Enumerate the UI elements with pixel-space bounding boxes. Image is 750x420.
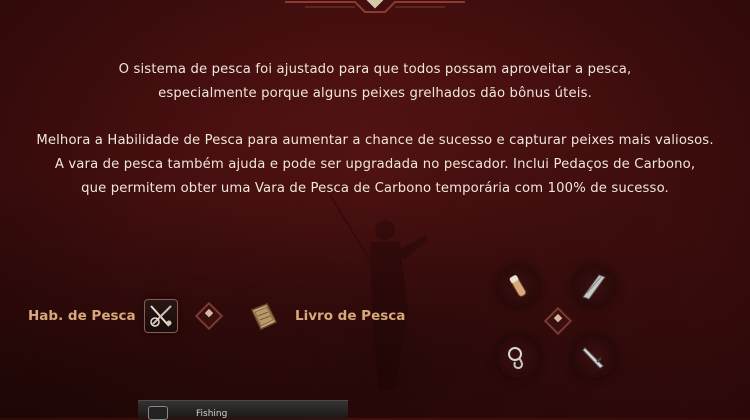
fisherman-silhouette (329, 194, 428, 390)
book-icon (250, 303, 278, 330)
hook-item-slot[interactable] (497, 336, 539, 378)
description-paragraph-1: O sistema de pesca foi ajustado para que… (30, 58, 720, 106)
fishing-float-icon (582, 274, 606, 300)
description-line: Melhora a Habilidade de Pesca para aumen… (36, 133, 714, 148)
description-line: A vara de pesca também ajuda e pode ser … (54, 157, 696, 172)
fishing-skill-slot[interactable] (144, 299, 178, 333)
description-line: O sistema de pesca foi ajustado para que… (118, 62, 632, 77)
fishing-rod-icon (150, 305, 172, 327)
hook-icon (508, 347, 523, 370)
fishing-book-slot[interactable] (247, 300, 281, 334)
description-line: especialmente porque alguns peixes grelh… (158, 86, 592, 101)
knife-item-slot[interactable] (573, 336, 615, 378)
float-item-slot[interactable] (573, 265, 615, 307)
top-ornament (285, 0, 465, 13)
knife-icon (582, 347, 604, 369)
bottom-hud-bar (138, 400, 348, 419)
description-paragraph-2: Melhora a Habilidade de Pesca para aumen… (30, 129, 720, 201)
fishing-book-label: Livro de Pesca (295, 308, 406, 324)
bait-item-slot[interactable] (497, 265, 539, 307)
bait-icon (509, 275, 527, 297)
description-line: que permitem obter uma Vara de Pesca de … (81, 181, 669, 196)
fishing-skill-label: Hab. de Pesca (28, 308, 136, 324)
